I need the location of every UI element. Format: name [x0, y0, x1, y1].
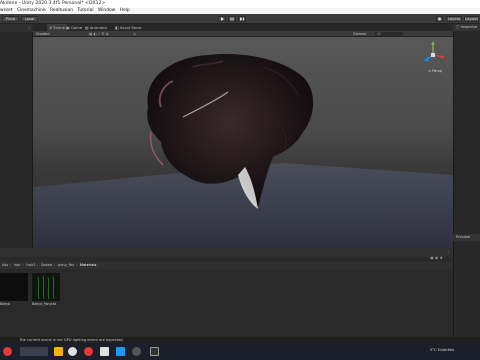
- scene-render: [33, 53, 453, 248]
- layers-label: Layers: [447, 16, 461, 21]
- perspective-label[interactable]: < Persp: [428, 69, 442, 73]
- project-menu-icon[interactable]: ⋮: [446, 249, 450, 254]
- tab-game-label: Game: [70, 25, 83, 30]
- tab-animator-label: Animator: [89, 25, 108, 30]
- weather-widget[interactable]: 5°C Eclairées: [430, 348, 454, 352]
- pivot-label: Pivot: [5, 16, 16, 21]
- breadcrumb-item[interactable]: pony_fbx: [58, 263, 74, 267]
- pause-icon: [230, 17, 234, 21]
- window-title: Akdene - Unity 2020.3.4f1 Personal* <DX1…: [0, 1, 106, 6]
- local-label: Local: [24, 16, 35, 21]
- menu-item-window[interactable]: Window: [98, 8, 115, 13]
- menu-item-reallusion[interactable]: Realtusion: [50, 8, 73, 13]
- file-explorer-icon[interactable]: [54, 347, 63, 356]
- layout-label: Layout: [465, 16, 478, 21]
- menu-item-tutorial[interactable]: Tutorial: [77, 8, 93, 13]
- breadcrumb-item[interactable]: Materials: [80, 263, 96, 267]
- cloud-icon: [438, 17, 441, 21]
- inspector-panel: [453, 24, 480, 337]
- window-title-bar: Akdene - Unity 2020.3.4f1 Personal* <DX1…: [0, 0, 480, 8]
- main-toolbar: Pivot Local Layers Layout: [0, 14, 480, 24]
- step-icon: [240, 17, 244, 21]
- layout-dropdown[interactable]: Layout: [464, 16, 479, 22]
- breadcrumb-item[interactable]: Baked: [41, 263, 52, 267]
- menu-item-asset[interactable]: wsset: [0, 8, 13, 13]
- tab-asset-store-label: Asset Store: [119, 25, 142, 30]
- play-icon: [221, 17, 224, 21]
- animator-icon: ▤: [85, 25, 89, 30]
- asset-thumbnail: [32, 273, 60, 301]
- asset-label: Babyb: [0, 302, 11, 306]
- tab-preview[interactable]: Preview: [453, 234, 480, 241]
- asset-item[interactable]: Babyd_Ponytail: [32, 273, 60, 307]
- asset-thumbnail: [0, 273, 28, 301]
- chrome-icon[interactable]: [68, 347, 77, 356]
- game-icon: ▣: [66, 25, 70, 30]
- local-button[interactable]: Local: [21, 16, 38, 22]
- panel-menu-icon[interactable]: ⋮: [27, 24, 31, 32]
- breadcrumb: Ass › hair › hair2 › Baked › pony_fbx › Mater…: [0, 262, 453, 269]
- pivot-button[interactable]: Pivot: [2, 16, 19, 22]
- menu-item-help[interactable]: Help: [120, 8, 130, 13]
- tab-game[interactable]: ▣ Game: [66, 24, 82, 31]
- pause-button[interactable]: [228, 16, 236, 22]
- hierarchy-panel: [0, 24, 33, 248]
- breadcrumb-item[interactable]: hair: [14, 263, 21, 267]
- store-app-icon[interactable]: [116, 347, 125, 356]
- breadcrumb-item[interactable]: Ass: [2, 263, 8, 267]
- tab-scene-label: Scene: [53, 25, 65, 30]
- asset-label: Babyd_Ponytail: [32, 302, 57, 306]
- opera-icon[interactable]: [84, 347, 93, 356]
- tab-asset-store[interactable]: ◧ Asset Store: [115, 24, 141, 31]
- project-toolbar: ⋮ ◉ ◈ ★: [0, 248, 453, 260]
- scene-search-input[interactable]: All: [375, 32, 403, 36]
- cloud-button[interactable]: [436, 16, 443, 22]
- tab-inspector[interactable]: ⓘ Inspector: [453, 24, 480, 31]
- store-icon: ◧: [115, 25, 119, 30]
- hierarchy-tab[interactable]: ⋮: [0, 24, 33, 32]
- breadcrumb-item[interactable]: hair2: [26, 263, 35, 267]
- asset-item[interactable]: Babyb: [0, 273, 28, 307]
- tab-animator[interactable]: ▤ Animator: [85, 24, 107, 31]
- layers-dropdown[interactable]: Layers: [446, 16, 462, 22]
- status-message: the current scene is not GPU lighting er…: [20, 338, 124, 342]
- tab-inspector-label: Inspector: [460, 25, 478, 29]
- scene-viewport[interactable]: < Persp: [33, 37, 453, 248]
- windows-taskbar: 5°C Eclairées: [0, 343, 480, 360]
- app-icon[interactable]: [100, 347, 109, 356]
- filter-icons[interactable]: ◉ ◈ ★: [430, 255, 443, 260]
- scene-icon: #: [49, 25, 53, 30]
- play-button[interactable]: [218, 16, 226, 22]
- unity-hub-icon[interactable]: [132, 347, 141, 356]
- search-bar-icon[interactable]: [20, 347, 48, 356]
- scene-tab-bar: # Scene ▣ Game ▤ Animator ◧ Asset Store: [33, 24, 453, 31]
- unity-editor-icon[interactable]: [150, 347, 159, 356]
- inspector-icon: ⓘ: [456, 25, 460, 29]
- menu-item-cinemachine[interactable]: Cinemachine: [17, 8, 46, 13]
- tab-preview-label: Preview: [456, 235, 470, 239]
- hair-texture-icon: [37, 275, 55, 300]
- step-button[interactable]: [238, 16, 246, 22]
- start-icon[interactable]: [3, 347, 12, 356]
- tab-scene[interactable]: # Scene: [47, 24, 67, 31]
